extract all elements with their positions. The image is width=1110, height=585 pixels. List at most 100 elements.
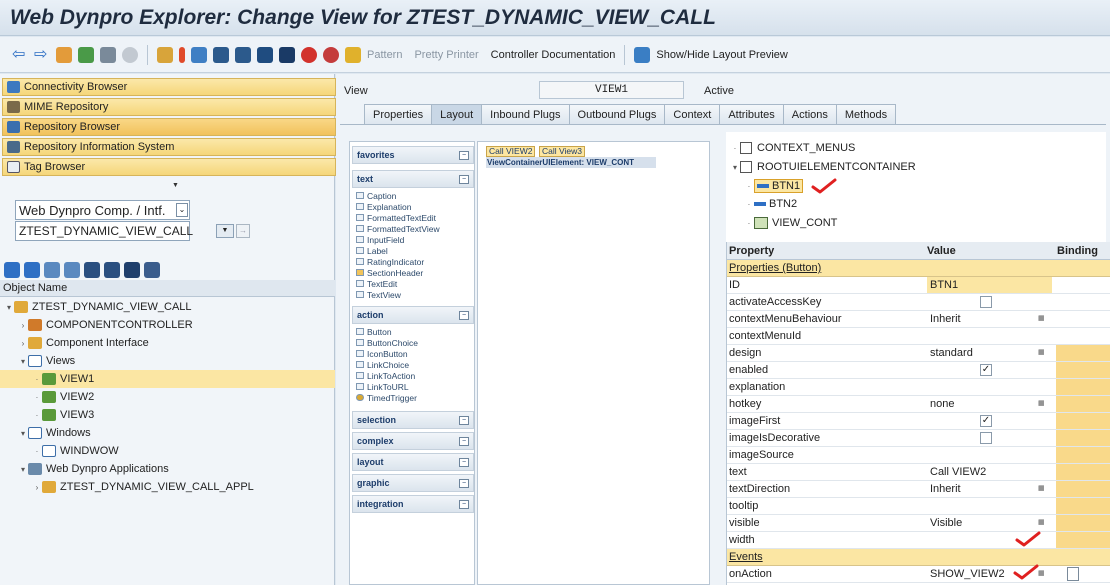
info-icon[interactable] [279,46,295,63]
property-value[interactable] [927,379,1052,395]
property-row-width[interactable]: width [727,532,1110,549]
collapse-icon[interactable]: − [459,499,469,509]
layout-preview-icon[interactable] [634,46,651,63]
expand-icon[interactable]: › [18,339,28,348]
tree-node-componentcontroller[interactable]: › COMPONENTCONTROLLER [0,316,335,334]
property-checkbox[interactable] [980,432,992,444]
object-type-select[interactable]: Web Dynpro Comp. / Intf. ⌄ [15,200,190,220]
palette-item-formattedtextedit[interactable]: FormattedTextEdit [350,212,474,223]
layout-icon[interactable] [235,46,251,63]
nav-repository-information-system[interactable]: Repository Information System [2,138,336,156]
collapse-icon[interactable]: − [459,150,469,160]
property-row-explanation[interactable]: explanation [727,379,1110,396]
help-icon[interactable] [301,46,317,63]
tree-refresh-icon[interactable] [124,262,140,278]
property-row-contextmenuid[interactable]: contextMenuId [727,328,1110,345]
nav-mime-repository[interactable]: MIME Repository [2,98,336,116]
palette-item-inputfield[interactable]: InputField [350,234,474,245]
palette-group-complex[interactable]: complex − [352,432,474,450]
palette-item-sectionheader[interactable]: SectionHeader [350,267,474,278]
property-checkbox[interactable]: ✓ [980,415,992,427]
palette-group-favorites[interactable]: favorites − [352,146,474,164]
expand-icon[interactable]: › [18,321,28,330]
pretty-printer-button[interactable]: Pretty Printer [414,49,478,61]
binding-cell[interactable] [1056,379,1110,395]
pattern-button[interactable]: Pattern [367,49,402,61]
tab-methods[interactable]: Methods [835,104,897,124]
palette-item-linktoaction[interactable]: LinkToAction [350,370,474,381]
palette-group-integration[interactable]: integration − [352,495,474,513]
tab-properties[interactable]: Properties [364,104,433,124]
palette-item-iconbutton[interactable]: IconButton [350,348,474,359]
palette-item-button[interactable]: Button [350,326,474,337]
tree-node-application[interactable]: › ZTEST_DYNAMIC_VIEW_CALL_APPL [0,478,335,496]
nav-connectivity-browser[interactable]: Connectivity Browser [2,78,336,96]
palette-item-buttonchoice[interactable]: ButtonChoice [350,337,474,348]
tree-node-view1[interactable]: · VIEW1 [0,370,335,388]
collapse-icon[interactable]: − [459,436,469,446]
palette-item-linkchoice[interactable]: LinkChoice [350,359,474,370]
tab-actions[interactable]: Actions [782,104,837,124]
property-row-visible[interactable]: visible Visible ▦ [727,515,1110,532]
tab-outbound-plugs[interactable]: Outbound Plugs [568,104,666,124]
expand-icon[interactable]: › [32,483,42,492]
canvas-view-container[interactable]: ViewContainerUIElement: VIEW_CONT [486,157,656,168]
binding-cell[interactable] [1056,515,1110,531]
property-row-activateaccesskey[interactable]: activateAccessKey [727,294,1110,311]
binding-cell[interactable] [1056,413,1110,429]
tree-back-icon[interactable] [4,262,20,278]
display-object-list-icon[interactable] [191,46,207,63]
dropdown-icon[interactable]: ▦ [1038,518,1045,526]
property-value[interactable]: standard [927,345,1052,361]
dropdown-icon[interactable]: ▦ [1038,314,1045,322]
expand-icon[interactable]: ▾ [18,465,28,474]
palette-item-linktourl[interactable]: LinkToURL [350,381,474,392]
property-row-imagesource[interactable]: imageSource [727,447,1110,464]
binding-cell[interactable] [1056,464,1110,480]
binding-cell[interactable] [1056,447,1110,463]
create-action-icon[interactable] [1067,567,1079,581]
dropdown-icon[interactable]: ▦ [1038,399,1045,407]
nav-repository-browser[interactable]: Repository Browser [2,118,336,136]
tab-attributes[interactable]: Attributes [719,104,784,124]
property-row-onaction[interactable]: onAction SHOW_VIEW2 ▦ [727,566,1110,583]
ui-node-context-menus[interactable]: · CONTEXT_MENUS [730,142,855,154]
property-row-tooltip[interactable]: tooltip [727,498,1110,515]
property-value[interactable] [927,447,1052,463]
settings-icon[interactable] [323,46,339,63]
chevron-down-icon[interactable]: ⌄ [176,203,188,217]
binding-cell[interactable] [1056,396,1110,412]
palette-item-textedit[interactable]: TextEdit [350,278,474,289]
binding-cell[interactable] [1056,430,1110,446]
controller-documentation-button[interactable]: Controller Documentation [491,49,616,61]
property-checkbox[interactable]: ✓ [980,364,992,376]
palette-group-action[interactable]: action − [352,306,474,324]
palette-group-selection[interactable]: selection − [352,411,474,429]
property-row-design[interactable]: design standard ▦ [727,345,1110,362]
tree-node-windwow[interactable]: · WINDWOW [0,442,335,460]
tree-up-icon[interactable] [44,262,60,278]
tab-inbound-plugs[interactable]: Inbound Plugs [481,104,570,124]
binding-cell[interactable] [1056,532,1110,548]
property-row-contextmenubehaviour[interactable]: contextMenuBehaviour Inherit ▦ [727,311,1110,328]
palette-item-formattedtextview[interactable]: FormattedTextView [350,223,474,234]
hierarchy-icon[interactable] [213,46,229,63]
ui-node-btn1[interactable]: · BTN1 [744,179,804,193]
tree-hierarchy-icon[interactable] [84,262,100,278]
property-value[interactable]: Inherit [927,311,1052,327]
layout-canvas[interactable]: Call VIEW2 Call View3 ViewContainerUIEle… [477,141,710,585]
tab-layout[interactable]: Layout [431,104,483,124]
property-row-text[interactable]: text Call VIEW2 [727,464,1110,481]
property-value[interactable]: Visible [927,515,1052,531]
tree-node-view3[interactable]: · VIEW3 [0,406,335,424]
property-value[interactable]: none [927,396,1052,412]
view-name-field[interactable]: VIEW1 [539,81,684,99]
tree-node-component-interface[interactable]: › Component Interface [0,334,335,352]
tree-home-icon[interactable] [64,262,80,278]
where-used-icon[interactable] [157,46,173,63]
property-row-hotkey[interactable]: hotkey none ▦ [727,396,1110,413]
palette-group-text[interactable]: text − [352,170,474,188]
display-go-button[interactable]: → [236,224,250,238]
expand-icon[interactable]: ▾ [18,357,28,366]
activate-icon[interactable] [122,46,138,63]
